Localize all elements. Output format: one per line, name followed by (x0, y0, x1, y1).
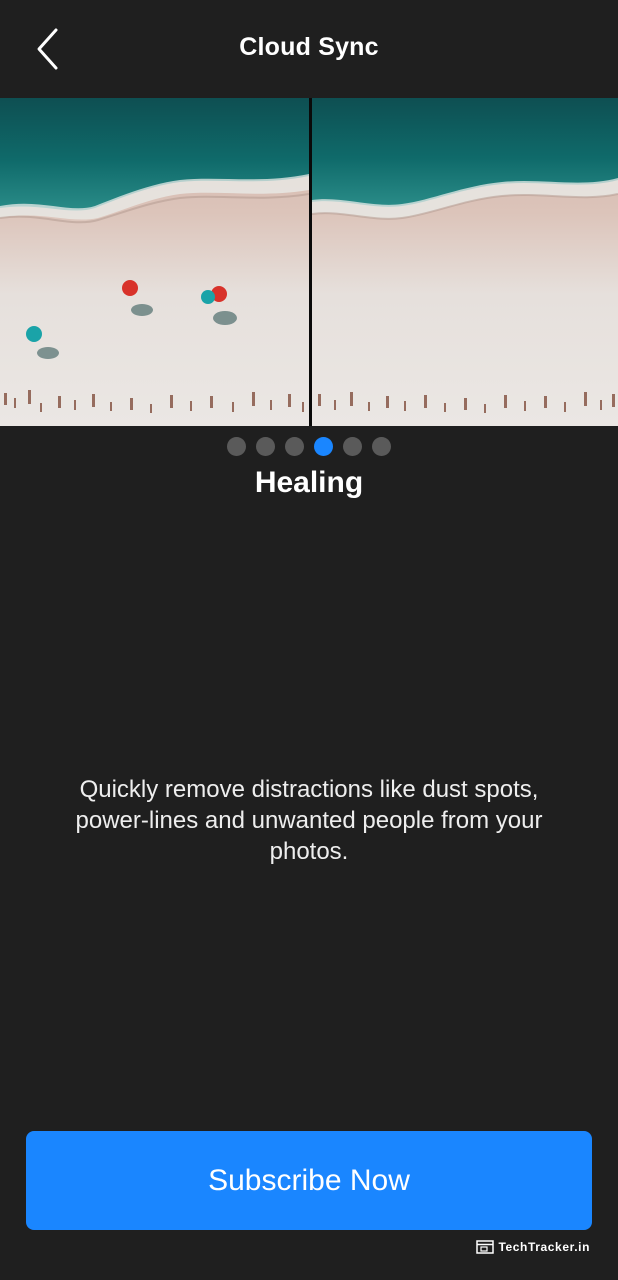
app-screen: Cloud Sync Healing Quickly remove distra… (0, 0, 618, 1280)
page-indicator (0, 437, 618, 457)
header: Cloud Sync (0, 0, 618, 98)
after-image (312, 98, 618, 426)
subscribe-now-button[interactable]: Subscribe Now (26, 1131, 592, 1230)
page-dot[interactable] (343, 437, 362, 456)
watermark-text: TechTracker.in (498, 1240, 590, 1254)
page-dot[interactable] (372, 437, 391, 456)
page-dot-active[interactable] (314, 437, 333, 456)
page-dot[interactable] (285, 437, 304, 456)
browser-window-icon (476, 1240, 495, 1254)
feature-description: Quickly remove distractions like dust sp… (75, 776, 543, 865)
feature-title: Healing (254, 466, 364, 499)
page-dot[interactable] (227, 437, 246, 456)
page-dot[interactable] (256, 437, 275, 456)
before-after-comparison (0, 98, 618, 426)
watermark: TechTracker.in (476, 1238, 590, 1256)
before-image (0, 98, 309, 426)
page-title: Cloud Sync (239, 33, 379, 61)
